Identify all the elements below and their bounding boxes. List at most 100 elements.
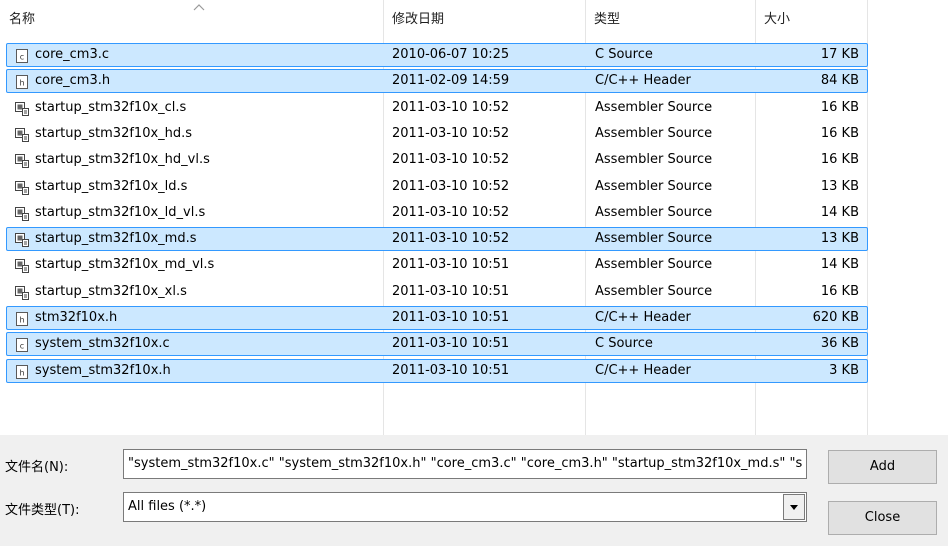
file-row[interactable]: h core_cm3.h 2011-02-09 14:59 C/C++ Header 8… xyxy=(6,69,868,94)
header-file-icon: h xyxy=(16,312,28,326)
chevron-down-icon xyxy=(790,505,798,510)
file-row[interactable]: startup_stm32f10x_hd_vl.s 2011-03-10 10:5… xyxy=(6,148,868,172)
file-row[interactable]: startup_stm32f10x_hd.s 2011-03-10 10:52 As… xyxy=(6,122,868,146)
file-type: Assembler Source xyxy=(595,99,713,115)
file-type: C/C++ Header xyxy=(595,73,691,89)
file-name: core_cm3.c xyxy=(35,47,110,62)
add-button[interactable]: Add xyxy=(828,450,937,484)
file-type: C/C++ Header xyxy=(595,310,691,325)
file-type: Assembler Source xyxy=(595,257,713,273)
column-header-size-label: 大小 xyxy=(764,12,791,27)
file-size: 16 KB xyxy=(820,125,859,141)
filetype-select-value: All files (*.*) xyxy=(128,499,207,514)
file-size: 14 KB xyxy=(820,257,859,273)
file-size: 17 KB xyxy=(820,47,859,62)
file-modified-date: 2011-03-10 10:51 xyxy=(392,310,510,325)
file-name: startup_stm32f10x_ld.s xyxy=(35,178,188,194)
filetype-select[interactable]: All files (*.*) xyxy=(123,492,807,522)
sort-ascending-icon xyxy=(193,4,205,11)
file-modified-date: 2011-03-10 10:52 xyxy=(392,125,510,141)
file-modified-date: 2011-03-10 10:52 xyxy=(392,99,510,115)
file-modified-date: 2011-03-10 10:52 xyxy=(392,178,510,194)
svg-text:h: h xyxy=(19,316,24,325)
file-size: 84 KB xyxy=(820,73,859,89)
file-row[interactable]: startup_stm32f10x_ld_vl.s 2011-03-10 10:5… xyxy=(6,201,868,225)
column-header-date[interactable]: 修改日期 xyxy=(383,0,585,40)
file-row[interactable]: startup_stm32f10x_xl.s 2011-03-10 10:51 As… xyxy=(6,280,868,304)
file-type: Assembler Source xyxy=(595,283,713,299)
assembler-file-icon xyxy=(15,206,29,221)
file-modified-date: 2011-03-10 10:52 xyxy=(392,204,510,220)
file-type: Assembler Source xyxy=(595,231,713,247)
file-modified-date: 2011-03-10 10:51 xyxy=(392,283,510,299)
file-name: system_stm32f10x.c xyxy=(35,336,170,352)
file-name: startup_stm32f10x_hd.s xyxy=(35,125,193,141)
file-size: 14 KB xyxy=(820,204,859,220)
svg-text:c: c xyxy=(20,342,24,351)
file-type: Assembler Source xyxy=(595,125,713,141)
c-source-file-icon: c xyxy=(16,49,28,63)
file-type: C/C++ Header xyxy=(595,362,691,378)
file-list[interactable]: 名称 修改日期 类型 大小 c core_cm3.c 2010-06-07 10:2… xyxy=(0,0,948,435)
assembler-file-icon xyxy=(15,285,29,300)
column-header-name-label: 名称 xyxy=(9,12,36,27)
file-type: Assembler Source xyxy=(595,204,713,220)
file-modified-date: 2010-06-07 10:25 xyxy=(392,47,510,62)
file-size: 13 KB xyxy=(820,178,859,194)
assembler-file-icon xyxy=(15,101,29,116)
file-row[interactable]: c core_cm3.c 2010-06-07 10:25 C Source 17 KB xyxy=(6,43,868,67)
filename-input[interactable]: "system_stm32f10x.c" "system_stm32f10x.h… xyxy=(123,449,807,479)
file-modified-date: 2011-03-10 10:52 xyxy=(392,231,510,247)
file-name: startup_stm32f10x_ld_vl.s xyxy=(35,204,206,220)
column-header-row: 名称 修改日期 类型 大小 xyxy=(0,0,948,40)
assembler-file-icon xyxy=(15,259,29,274)
file-size: 620 KB xyxy=(812,310,859,325)
file-name: core_cm3.h xyxy=(35,73,111,89)
file-type: C Source xyxy=(595,336,653,352)
file-row[interactable]: startup_stm32f10x_md_vl.s 2011-03-10 10:5… xyxy=(6,253,868,277)
header-file-icon: h xyxy=(16,364,28,379)
file-size: 16 KB xyxy=(820,99,859,115)
dropdown-arrow-button[interactable] xyxy=(783,494,805,520)
file-modified-date: 2011-03-10 10:51 xyxy=(392,362,510,378)
column-header-size[interactable]: 大小 xyxy=(755,0,867,40)
file-row[interactable]: h system_stm32f10x.h 2011-03-10 10:51 C/C++… xyxy=(6,358,868,383)
file-type: Assembler Source xyxy=(595,152,713,168)
file-modified-date: 2011-03-10 10:52 xyxy=(392,152,510,168)
file-row[interactable]: startup_stm32f10x_ld.s 2011-03-10 10:52 As… xyxy=(6,175,868,199)
filetype-label: 文件类型(T): xyxy=(5,503,80,518)
file-modified-date: 2011-03-10 10:51 xyxy=(392,336,510,352)
assembler-file-icon xyxy=(15,127,29,142)
file-size: 16 KB xyxy=(820,152,859,168)
assembler-file-icon xyxy=(15,180,29,195)
file-name: startup_stm32f10x_md.s xyxy=(35,231,197,247)
header-file-icon: h xyxy=(16,75,28,90)
file-size: 3 KB xyxy=(829,362,859,378)
file-size: 16 KB xyxy=(820,283,859,299)
file-name: stm32f10x.h xyxy=(35,310,118,325)
svg-text:h: h xyxy=(19,79,24,88)
file-modified-date: 2011-02-09 14:59 xyxy=(392,73,510,89)
file-row[interactable]: c system_stm32f10x.c 2011-03-10 10:51 C Sou… xyxy=(6,332,868,357)
file-size: 13 KB xyxy=(820,231,859,247)
filename-label: 文件名(N): xyxy=(5,460,69,475)
assembler-file-icon xyxy=(15,233,29,248)
file-type: Assembler Source xyxy=(595,178,713,194)
file-size: 36 KB xyxy=(820,336,859,352)
file-row[interactable]: h stm32f10x.h 2011-03-10 10:51 C/C++ Header… xyxy=(6,306,868,330)
file-row[interactable]: startup_stm32f10x_cl.s 2011-03-10 10:52 As… xyxy=(6,96,868,120)
svg-text:c: c xyxy=(20,53,24,62)
close-button[interactable]: Close xyxy=(828,501,937,535)
file-modified-date: 2011-03-10 10:51 xyxy=(392,257,510,273)
column-header-type[interactable]: 类型 xyxy=(585,0,755,40)
filename-input-value: "system_stm32f10x.c" "system_stm32f10x.h… xyxy=(128,456,802,471)
assembler-file-icon xyxy=(15,154,29,169)
c-source-file-icon: c xyxy=(16,338,28,353)
file-name: startup_stm32f10x_hd_vl.s xyxy=(35,152,210,168)
file-name: startup_stm32f10x_cl.s xyxy=(35,99,187,115)
file-row[interactable]: startup_stm32f10x_md.s 2011-03-10 10:52 As… xyxy=(6,227,868,252)
column-header-date-label: 修改日期 xyxy=(392,12,445,27)
file-name: startup_stm32f10x_md_vl.s xyxy=(35,257,215,273)
svg-text:h: h xyxy=(19,368,24,377)
file-type: C Source xyxy=(595,47,653,62)
